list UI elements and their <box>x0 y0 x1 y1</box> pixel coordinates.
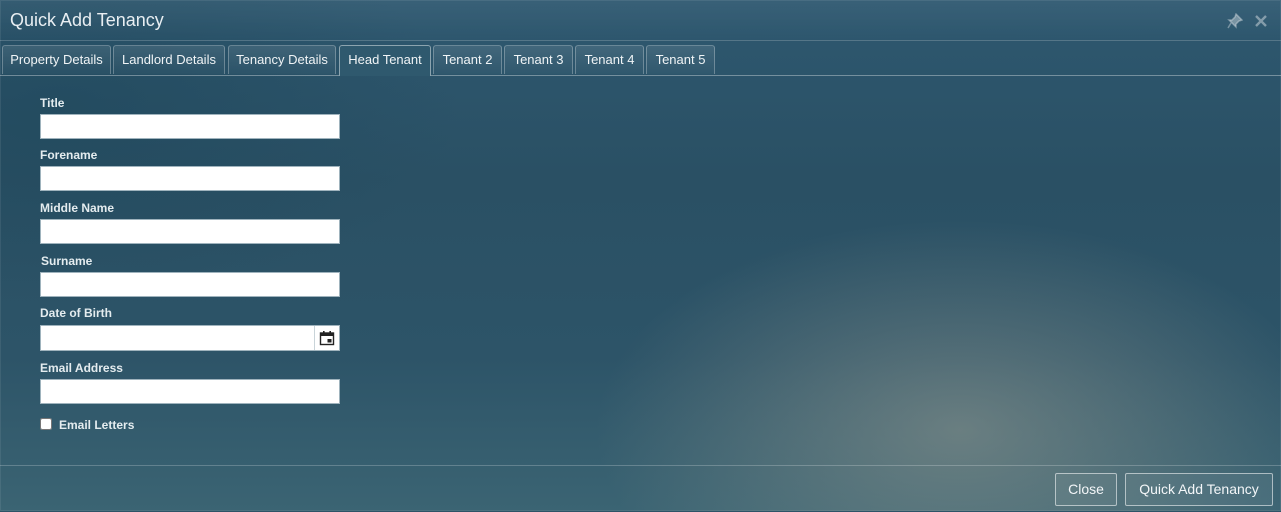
pin-icon[interactable] <box>1226 12 1244 30</box>
tab-tenant-2[interactable]: Tenant 2 <box>433 45 502 74</box>
email-letters-label: Email Letters <box>59 418 135 432</box>
title-field[interactable] <box>40 114 340 139</box>
title-label: Title <box>40 96 65 110</box>
tab-tenant-4[interactable]: Tenant 4 <box>575 45 644 74</box>
dialog-footer: Close Quick Add Tenancy <box>0 465 1281 512</box>
middle-name-label: Middle Name <box>40 201 115 215</box>
dialog-title: Quick Add Tenancy <box>10 10 164 30</box>
forename-label: Forename <box>40 148 98 162</box>
quick-add-tenancy-button[interactable]: Quick Add Tenancy <box>1125 473 1273 506</box>
email-address-label: Email Address <box>40 361 123 375</box>
tab-tenant-5[interactable]: Tenant 5 <box>646 45 715 74</box>
tab-tenant-3[interactable]: Tenant 3 <box>504 45 573 74</box>
date-of-birth-picker <box>40 325 340 351</box>
tab-tenancy-details[interactable]: Tenancy Details <box>228 45 336 74</box>
forename-field[interactable] <box>40 166 340 191</box>
quick-add-tenancy-dialog: Quick Add Tenancy Property Details Landl… <box>0 0 1281 511</box>
date-of-birth-label: Date of Birth <box>40 306 112 320</box>
calendar-icon[interactable] <box>314 326 339 350</box>
close-icon[interactable] <box>1252 12 1270 30</box>
middle-name-field[interactable] <box>40 219 340 244</box>
email-letters-checkbox[interactable] <box>40 418 52 430</box>
tab-property-details[interactable]: Property Details <box>2 45 111 74</box>
title-bar: Quick Add Tenancy <box>0 0 1281 41</box>
tab-landlord-details[interactable]: Landlord Details <box>113 45 225 74</box>
tab-head-tenant[interactable]: Head Tenant <box>339 45 431 76</box>
surname-field[interactable] <box>40 272 340 297</box>
surname-label: Surname <box>41 254 93 268</box>
tab-bar: Property Details Landlord Details Tenanc… <box>0 44 1281 76</box>
close-button[interactable]: Close <box>1055 473 1117 506</box>
email-address-field[interactable] <box>40 379 340 404</box>
date-of-birth-field[interactable] <box>40 325 340 351</box>
